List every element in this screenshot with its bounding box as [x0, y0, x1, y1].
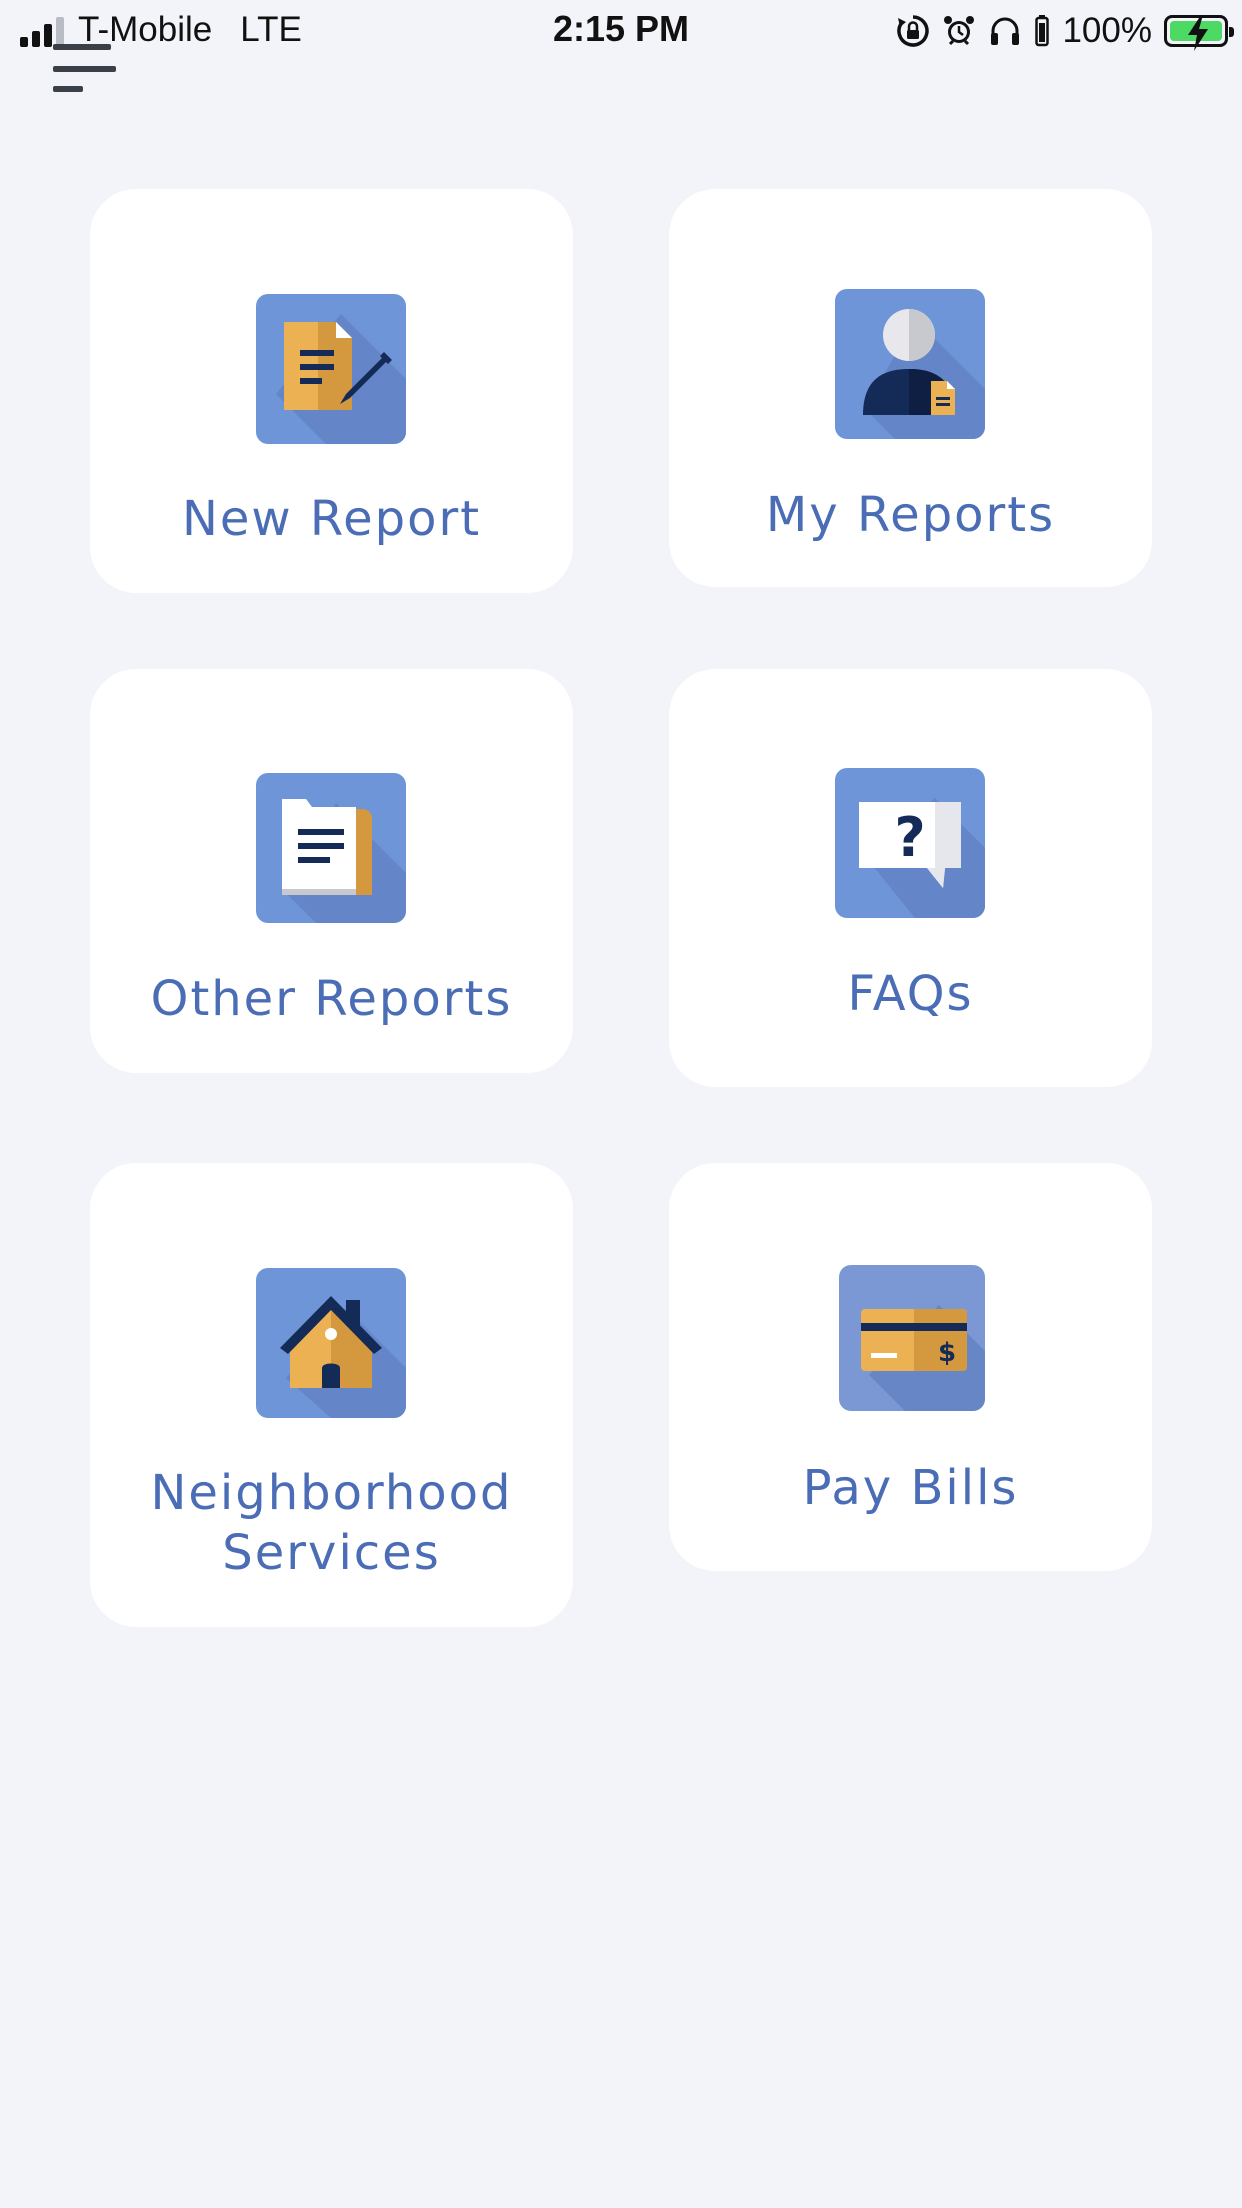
orientation-lock-icon — [896, 14, 930, 48]
house-icon — [256, 1268, 406, 1418]
pay-bills-tile[interactable]: $ Pay Bills — [669, 1163, 1152, 1571]
my-reports-tile[interactable]: My Reports — [669, 189, 1152, 587]
tile-label: Neighborhood Services — [150, 1465, 513, 1581]
other-reports-tile[interactable]: Other Reports — [90, 669, 573, 1073]
new-report-tile[interactable]: New Report — [90, 189, 573, 593]
alarm-icon — [942, 14, 976, 48]
neighborhood-services-tile[interactable]: Neighborhood Services — [90, 1163, 573, 1627]
battery-percentage: 100% — [1062, 11, 1152, 50]
svg-text:?: ? — [894, 806, 925, 869]
battery-icon — [1164, 15, 1234, 51]
tile-label: My Reports — [765, 487, 1056, 543]
tile-label: Other Reports — [150, 971, 513, 1027]
svg-text:$: $ — [938, 1338, 956, 1368]
home-screen: T-Mobile LTE 2:15 PM 100% New Report My … — [0, 0, 1242, 2208]
status-bar: T-Mobile LTE 2:15 PM 100% — [0, 0, 1242, 62]
status-right: 100% — [896, 8, 1234, 54]
tile-label: FAQs — [847, 966, 974, 1022]
credit-card-icon: $ — [839, 1265, 985, 1411]
new-report-icon — [256, 294, 406, 444]
menu-button[interactable] — [50, 44, 122, 98]
my-reports-icon — [835, 289, 985, 439]
headphones-icon — [988, 14, 1022, 48]
tile-label: Pay Bills — [802, 1460, 1019, 1516]
small-battery-icon — [1034, 14, 1050, 48]
faqs-tile[interactable]: ? FAQs — [669, 669, 1152, 1087]
tile-label: New Report — [181, 491, 482, 547]
faq-icon: ? — [835, 768, 985, 918]
other-reports-icon — [256, 773, 406, 923]
hamburger-menu-icon — [53, 44, 111, 50]
